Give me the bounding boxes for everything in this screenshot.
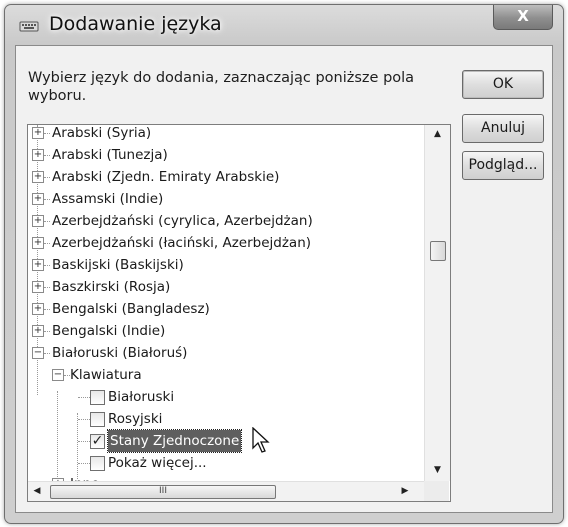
language-label: Białoruski (Białoruś) <box>52 345 188 361</box>
scroll-up-icon[interactable]: ▲ <box>425 129 450 139</box>
language-label: Baszkirski (Rosja) <box>52 279 171 295</box>
language-label: Arabski (Zjedn. Emiraty Arabskie) <box>52 169 280 185</box>
keyboard-icon <box>19 21 39 32</box>
expand-icon[interactable]: + <box>32 281 44 293</box>
scroll-down-icon[interactable]: ▼ <box>425 465 450 475</box>
keyboard-option-label: Białoruski <box>108 389 175 405</box>
expand-icon[interactable]: + <box>32 149 44 161</box>
ok-button[interactable]: OK <box>462 70 544 99</box>
expand-icon[interactable]: + <box>32 127 44 139</box>
mouse-pointer-icon <box>252 427 270 453</box>
vertical-scroll-thumb[interactable] <box>430 241 446 261</box>
horizontal-scroll-thumb[interactable]: III <box>50 485 276 499</box>
title-bar: Dodawanie języka X <box>5 5 563 45</box>
expand-icon[interactable]: + <box>32 215 44 227</box>
keyboard-option-label: Stany Zjednoczone <box>106 429 243 453</box>
add-language-dialog: Dodawanie języka X Wybierz język do doda… <box>4 4 564 524</box>
language-tree[interactable]: + Arabski (Syria) + Arabski (Tunezja) + … <box>27 124 451 502</box>
close-button[interactable]: X <box>493 5 553 30</box>
cancel-button[interactable]: Anuluj <box>462 114 544 143</box>
expand-icon[interactable]: + <box>32 237 44 249</box>
scrollbar-corner <box>424 481 449 501</box>
keyboard-option-label: Pokaż więcej... <box>108 455 207 471</box>
keyboard-group-label: Klawiatura <box>70 367 142 383</box>
keyboard-checkbox[interactable] <box>90 390 105 405</box>
language-label: Arabski (Tunezja) <box>52 147 168 163</box>
expand-icon[interactable]: + <box>32 259 44 271</box>
expand-icon[interactable]: + <box>32 303 44 315</box>
collapse-icon[interactable]: − <box>32 347 44 359</box>
tree-guide-line <box>57 391 58 481</box>
keyboard-checkbox-checked[interactable]: ✓ <box>90 434 105 449</box>
expand-icon[interactable]: + <box>32 325 44 337</box>
vertical-scrollbar[interactable]: ▲ ▼ <box>424 125 450 481</box>
scroll-left-icon[interactable]: ◀ <box>30 486 44 496</box>
language-label: Assamski (Indie) <box>52 191 164 207</box>
language-label: Baskijski (Baskijski) <box>52 257 184 273</box>
window-title: Dodawanie języka <box>49 13 222 35</box>
dialog-body: Wybierz język do dodania, zaznaczając po… <box>15 45 553 513</box>
tree-content: + Arabski (Syria) + Arabski (Tunezja) + … <box>28 125 424 481</box>
horizontal-scrollbar[interactable]: ◀ III ▶ <box>28 481 424 501</box>
expand-icon[interactable]: + <box>32 193 44 205</box>
preview-button[interactable]: Podgląd... <box>462 151 544 180</box>
tree-guide-line <box>77 413 78 479</box>
language-label: Bengalski (Indie) <box>52 323 166 339</box>
language-label: Azerbejdżański (łaciński, Azerbejdżan) <box>52 235 312 251</box>
language-label: Arabski (Syria) <box>52 125 152 141</box>
keyboard-checkbox[interactable] <box>90 412 105 427</box>
language-label: Bengalski (Bangladesz) <box>52 301 210 317</box>
other-group-label: Inne <box>70 473 99 481</box>
collapse-icon[interactable]: − <box>52 369 64 381</box>
keyboard-option-label: Rosyjski <box>108 411 163 427</box>
scroll-right-icon[interactable]: ▶ <box>398 486 412 496</box>
instruction-text: Wybierz język do dodania, zaznaczając po… <box>28 70 415 104</box>
expand-icon[interactable]: + <box>32 171 44 183</box>
keyboard-checkbox[interactable] <box>90 456 105 471</box>
language-label: Azerbejdżański (cyrylica, Azerbejdżan) <box>52 213 313 229</box>
